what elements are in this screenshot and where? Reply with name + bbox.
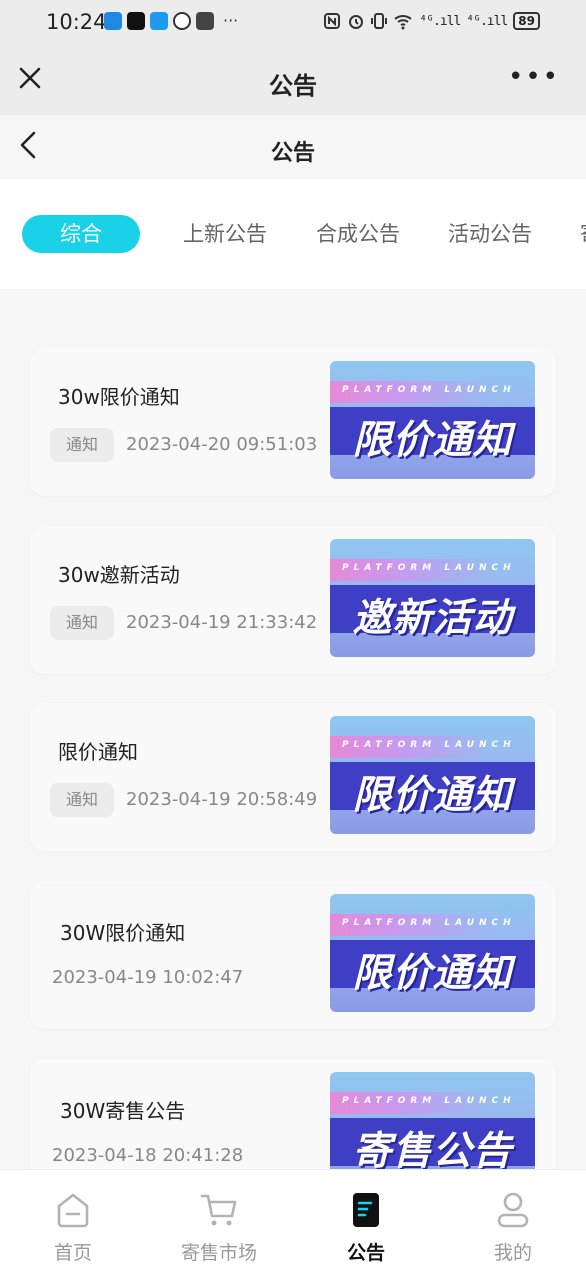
- nav-profile[interactable]: 我的: [440, 1170, 586, 1274]
- user-icon: [497, 1192, 529, 1228]
- announcement-date: 2023-04-19 20:58:49: [126, 789, 318, 810]
- thumbnail-subtitle: PLATFORM LAUNCH: [342, 563, 516, 573]
- top-bar-title: 公告: [269, 72, 317, 100]
- announcement-tag: 通知: [50, 428, 114, 462]
- nav-home-label: 首页: [53, 1242, 92, 1264]
- thumbnail-title: 限价通知: [352, 418, 513, 463]
- tab-comprehensive[interactable]: 综合: [22, 215, 140, 253]
- announcement-card[interactable]: 30W寄售公告 2023-04-18 20:41:28 PLATFORM LAU…: [30, 1059, 556, 1169]
- cart-icon: [200, 1194, 237, 1226]
- thumbnail-subtitle: PLATFORM LAUNCH: [342, 740, 516, 750]
- nav-notice[interactable]: 公告: [293, 1170, 439, 1274]
- announcement-thumbnail: PLATFORM LAUNCH 限价通知: [330, 361, 535, 479]
- announcement-tag: 通知: [50, 606, 114, 640]
- more-notifications-icon: ···: [223, 11, 239, 30]
- announcement-thumbnail: PLATFORM LAUNCH 限价通知: [330, 894, 535, 1012]
- announcement-card[interactable]: 30w邀新活动 通知 2023-04-19 21:33:42 PLATFORM …: [30, 526, 556, 674]
- vibrate-icon: [371, 13, 388, 29]
- home-icon: [57, 1193, 89, 1228]
- announcement-card[interactable]: 限价通知 通知 2023-04-19 20:58:49 PLATFORM LAU…: [30, 703, 556, 851]
- announcement-thumbnail: PLATFORM LAUNCH 寄售公告: [330, 1072, 535, 1169]
- announcement-thumbnail: PLATFORM LAUNCH 限价通知: [330, 716, 535, 834]
- nfc-icon: [324, 13, 341, 29]
- announcement-title: 30W寄售公告: [60, 1099, 186, 1123]
- tab-synthesis[interactable]: 合成公告: [316, 215, 400, 253]
- thumbnail-title: 寄售公告: [352, 1129, 513, 1169]
- announcement-title: 30w邀新活动: [58, 563, 180, 587]
- category-tabs: 综合 上新公告 合成公告 活动公告 寄: [0, 179, 586, 289]
- thumbnail-title: 限价通知: [352, 773, 513, 818]
- thumbnail-title: 邀新活动: [352, 596, 513, 641]
- tab-activity[interactable]: 活动公告: [448, 215, 532, 253]
- more-icon[interactable]: •••: [508, 64, 560, 90]
- announcement-card[interactable]: 30W限价通知 2023-04-19 10:02:47 PLATFORM LAU…: [30, 881, 556, 1029]
- wifi-icon: [394, 15, 413, 30]
- bottom-nav: 首页 寄售市场 公告 我的: [0, 1169, 586, 1274]
- tab-new-launch[interactable]: 上新公告: [183, 215, 267, 253]
- status-app-icons: ···: [104, 12, 238, 30]
- page-header: 公告: [0, 115, 586, 179]
- alarm-icon: [349, 15, 364, 29]
- notice-icon: [353, 1193, 379, 1227]
- announcement-tag: 通知: [50, 783, 114, 817]
- hand-icon: [173, 12, 191, 30]
- announcement-date: 2023-04-18 20:41:28: [52, 1145, 244, 1166]
- status-bar: 10:24 ··· ⁴ᴳ.ıll ⁴ᴳ.ıll 89: [0, 0, 586, 46]
- announcement-date: 2023-04-20 09:51:03: [126, 434, 318, 455]
- nav-market[interactable]: 寄售市场: [146, 1170, 292, 1274]
- nav-notice-label: 公告: [346, 1242, 385, 1264]
- announcement-date: 2023-04-19 10:02:47: [52, 967, 244, 988]
- signal-4g-icon: ⁴ᴳ.ıll: [419, 13, 461, 29]
- nav-market-label: 寄售市场: [180, 1242, 257, 1264]
- tiktok-icon: [127, 12, 145, 30]
- announcement-date: 2023-04-19 21:33:42: [126, 612, 318, 633]
- search-app-icon: [150, 12, 168, 30]
- top-bar: 公告 •••: [0, 46, 586, 115]
- battery-icon: 89: [513, 12, 540, 30]
- announcement-title: 30w限价通知: [58, 385, 180, 409]
- announcement-thumbnail: PLATFORM LAUNCH 邀新活动: [330, 539, 535, 657]
- thumbnail-subtitle: PLATFORM LAUNCH: [342, 918, 516, 928]
- app-notification-icon: [104, 12, 122, 30]
- nav-home[interactable]: 首页: [0, 1170, 146, 1274]
- announcement-title: 限价通知: [58, 740, 138, 764]
- page-title: 公告: [270, 141, 315, 166]
- thumbnail-title: 限价通知: [352, 951, 513, 996]
- announcement-list: 30w限价通知 通知 2023-04-20 09:51:03 PLATFORM …: [0, 289, 586, 1169]
- nav-profile-label: 我的: [493, 1242, 532, 1264]
- tab-consignment[interactable]: 寄: [580, 215, 586, 253]
- thumbnail-subtitle: PLATFORM LAUNCH: [342, 385, 516, 395]
- status-indicators: ⁴ᴳ.ıll ⁴ᴳ.ıll 89: [323, 12, 540, 30]
- thumbnail-subtitle: PLATFORM LAUNCH: [342, 1096, 516, 1106]
- app-icon: [196, 12, 214, 30]
- signal-4g-icon: ⁴ᴳ.ıll: [466, 13, 508, 29]
- status-time: 10:24: [46, 10, 107, 34]
- announcement-card[interactable]: 30w限价通知 通知 2023-04-20 09:51:03 PLATFORM …: [30, 348, 556, 496]
- announcement-title: 30W限价通知: [60, 921, 186, 945]
